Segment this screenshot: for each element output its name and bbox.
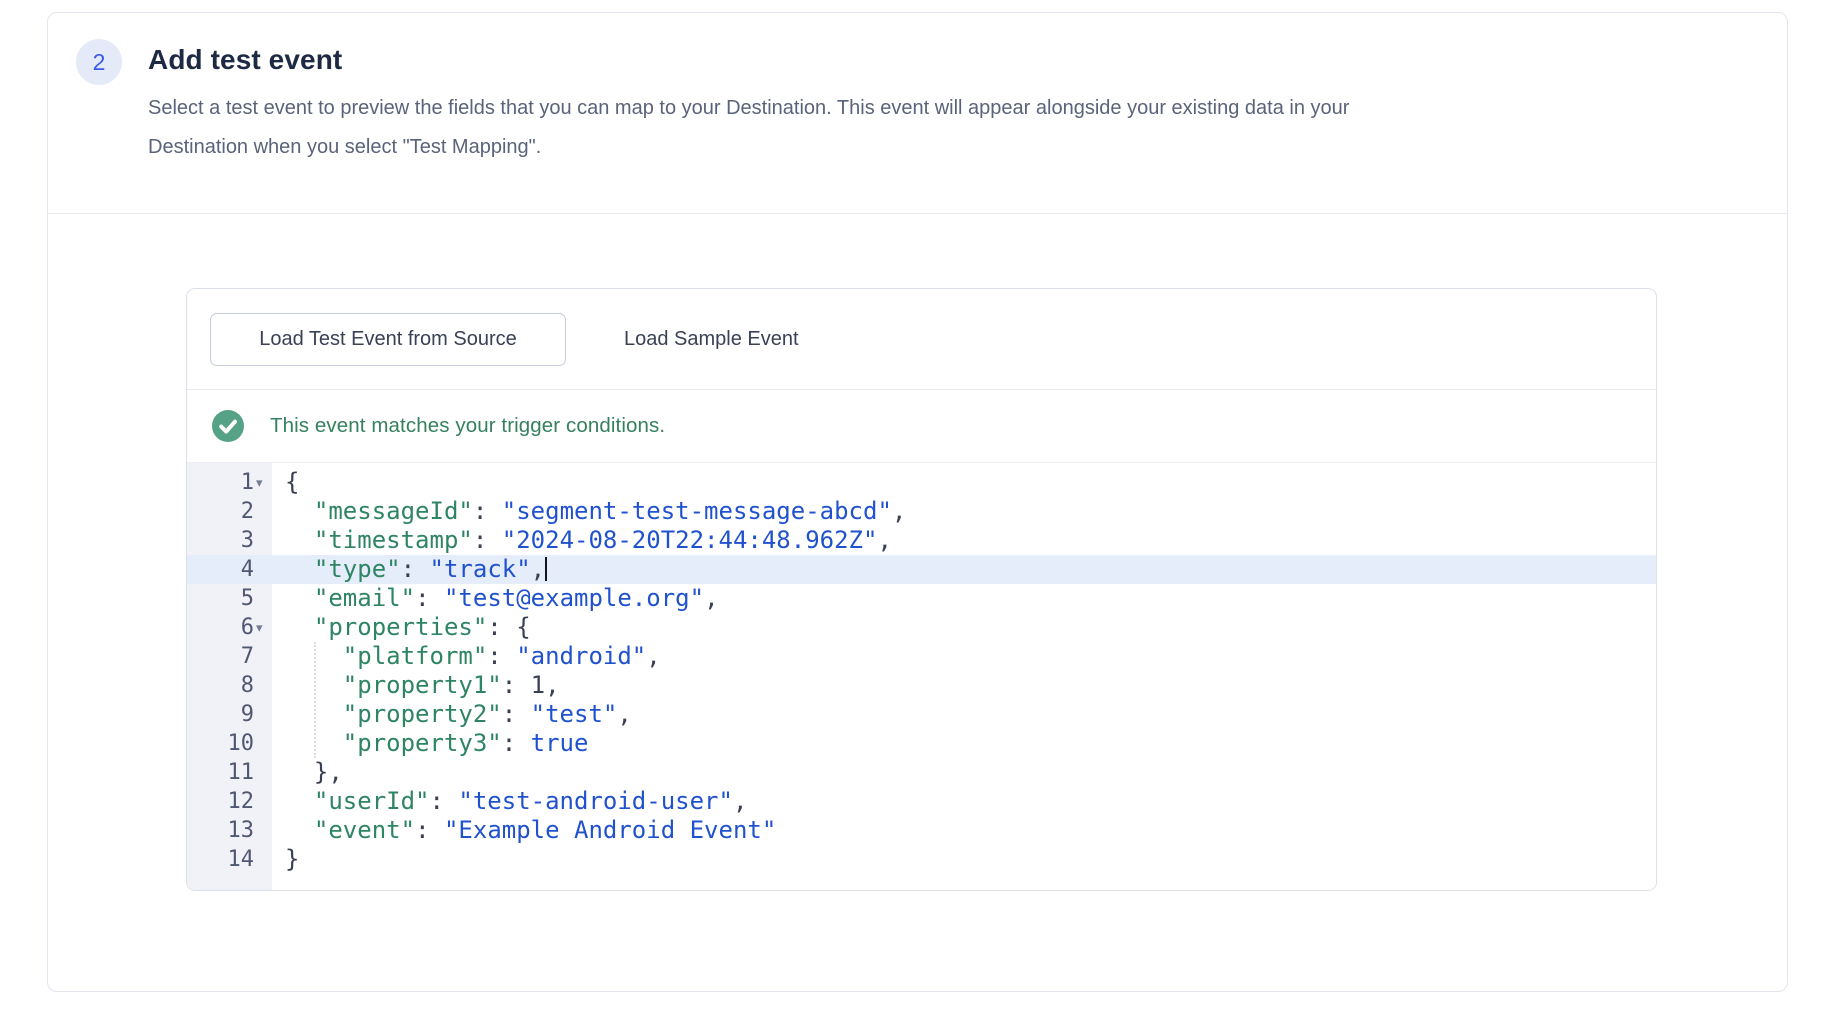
- code-line[interactable]: }: [272, 845, 1656, 874]
- line-number-label: 1: [241, 468, 254, 497]
- line-number: 13: [187, 816, 272, 845]
- line-number-label: 11: [228, 758, 255, 787]
- line-number: 7: [187, 642, 272, 671]
- text-cursor: [545, 557, 547, 581]
- line-number-label: 5: [241, 584, 254, 613]
- step-description-line-2: Destination when you select "Test Mappin…: [148, 128, 1349, 167]
- step-title: Add test event: [148, 45, 1349, 75]
- step-number: 2: [93, 49, 106, 76]
- code-line[interactable]: "userId": "test-android-user",: [272, 787, 1656, 816]
- trigger-match-message: This event matches your trigger conditio…: [270, 414, 665, 438]
- fold-arrow-icon[interactable]: ▾: [254, 468, 272, 497]
- step-header-text: Add test event Select a test event to pr…: [148, 39, 1349, 167]
- line-number: 2: [187, 497, 272, 526]
- code-line[interactable]: "type": "track",: [272, 555, 1656, 584]
- load-test-event-from-source-button[interactable]: Load Test Event from Source: [210, 313, 566, 366]
- code-line[interactable]: {: [272, 468, 1656, 497]
- code-line[interactable]: "property2": "test",: [272, 700, 1656, 729]
- step-description: Select a test event to preview the field…: [148, 89, 1349, 167]
- line-number: 9: [187, 700, 272, 729]
- line-number-label: 13: [228, 816, 255, 845]
- line-number-label: 14: [228, 845, 255, 874]
- line-number-label: 6: [241, 613, 254, 642]
- code-line[interactable]: "property1": 1,: [272, 671, 1656, 700]
- line-number-label: 4: [241, 555, 254, 584]
- step-description-line-1: Select a test event to preview the field…: [148, 89, 1349, 128]
- code-line[interactable]: "platform": "android",: [272, 642, 1656, 671]
- code-line[interactable]: "timestamp": "2024-08-20T22:44:48.962Z",: [272, 526, 1656, 555]
- line-number: 4: [187, 555, 272, 584]
- event-toolbar: Load Test Event from Source Load Sample …: [187, 289, 1656, 390]
- code-line[interactable]: "property3": true: [272, 729, 1656, 758]
- editor-gutter: 1▾23456▾7891011121314: [187, 463, 272, 891]
- line-number: 6▾: [187, 613, 272, 642]
- check-circle-icon: [212, 410, 244, 442]
- line-number: 5: [187, 584, 272, 613]
- line-number: 11: [187, 758, 272, 787]
- add-test-event-card: 2 Add test event Select a test event to …: [47, 12, 1788, 992]
- line-number-label: 3: [241, 526, 254, 555]
- line-number: 8: [187, 671, 272, 700]
- line-number-label: 10: [228, 729, 255, 758]
- step-number-badge: 2: [76, 39, 122, 85]
- code-line[interactable]: "messageId": "segment-test-message-abcd"…: [272, 497, 1656, 526]
- code-line[interactable]: },: [272, 758, 1656, 787]
- line-number-label: 12: [228, 787, 255, 816]
- trigger-status-row: This event matches your trigger conditio…: [187, 390, 1656, 463]
- line-number-label: 7: [241, 642, 254, 671]
- indent-guide: [314, 642, 316, 758]
- code-line[interactable]: "event": "Example Android Event": [272, 816, 1656, 845]
- json-code-editor[interactable]: 1▾23456▾7891011121314 { "messageId": "se…: [187, 463, 1656, 891]
- code-line[interactable]: "properties": {: [272, 613, 1656, 642]
- line-number-label: 8: [241, 671, 254, 700]
- fold-arrow-icon[interactable]: ▾: [254, 613, 272, 642]
- test-event-panel: Load Test Event from Source Load Sample …: [186, 288, 1657, 891]
- line-number: 3: [187, 526, 272, 555]
- step-header: 2 Add test event Select a test event to …: [48, 13, 1787, 214]
- line-number: 10: [187, 729, 272, 758]
- editor-code[interactable]: { "messageId": "segment-test-message-abc…: [272, 463, 1656, 891]
- code-line[interactable]: "email": "test@example.org",: [272, 584, 1656, 613]
- line-number-label: 9: [241, 700, 254, 729]
- load-sample-event-button[interactable]: Load Sample Event: [586, 313, 837, 366]
- line-number: 1▾: [187, 468, 272, 497]
- line-number: 12: [187, 787, 272, 816]
- line-number: 14: [187, 845, 272, 874]
- line-number-label: 2: [241, 497, 254, 526]
